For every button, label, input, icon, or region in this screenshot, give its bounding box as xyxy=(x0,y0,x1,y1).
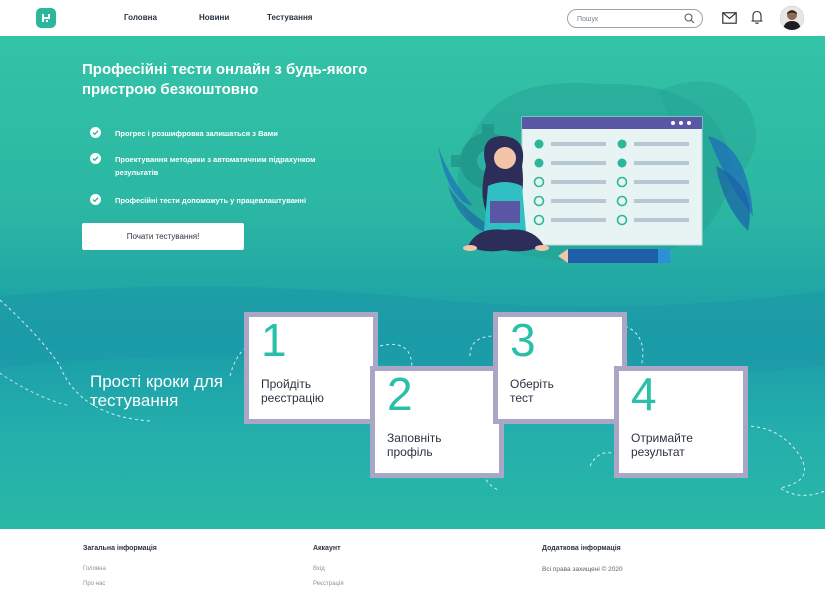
step-text: Оберіть тест xyxy=(510,377,554,405)
check-icon xyxy=(90,194,101,205)
check-icon xyxy=(90,127,101,138)
footer-link-register[interactable]: Реєстрація xyxy=(313,581,344,587)
bullet-item: Проектування методики з автоматичним під… xyxy=(90,153,335,179)
hero-illustration xyxy=(438,81,756,263)
step-text: Пройдіть реєстрацію xyxy=(261,377,324,405)
step-text: Заповніть профіль xyxy=(387,431,442,459)
pencil-icon xyxy=(558,249,670,263)
start-testing-button[interactable]: Почати тестування! xyxy=(82,223,244,250)
nav-testing[interactable]: Тестування xyxy=(267,13,312,22)
search-icon[interactable] xyxy=(684,13,695,24)
footer-link-home[interactable]: Головна xyxy=(83,566,106,572)
footer: Загальна інформація Головна Про нас Акка… xyxy=(0,529,825,592)
step-card-2: 2 Заповніть профіль xyxy=(370,366,504,478)
step-text: Отримайте результат xyxy=(631,431,693,459)
search-box xyxy=(567,9,703,28)
logo[interactable] xyxy=(36,8,56,28)
header: Головна Новини Тестування xyxy=(0,0,825,36)
hero-title: Професійні тести онлайн з будь-якого при… xyxy=(82,61,368,98)
hero-section: Професійні тести онлайн з будь-якого при… xyxy=(0,36,825,529)
footer-copyright: Всі права захищені © 2020 xyxy=(542,566,623,573)
user-photo xyxy=(780,6,804,30)
bullet-text: Прогрес і розшифровка залишаться з Вами xyxy=(115,129,278,138)
bullet-item: Професійні тести допоможуть у працевлашт… xyxy=(90,194,335,207)
avatar[interactable] xyxy=(780,6,804,30)
step-number: 1 xyxy=(261,314,287,366)
footer-extra-title: Додаткова інформація xyxy=(542,545,621,552)
bell-icon[interactable] xyxy=(751,10,763,25)
bullet-text: Проектування методики з автоматичним під… xyxy=(115,155,316,177)
step-number: 4 xyxy=(631,368,657,420)
step-number: 2 xyxy=(387,368,413,420)
step-card-3: 3 Оберіть тест xyxy=(493,312,627,424)
logo-icon xyxy=(42,14,50,22)
footer-link-login[interactable]: Вхід xyxy=(313,566,325,572)
step-card-4: 4 Отримайте результат xyxy=(614,366,748,478)
nav-news[interactable]: Новини xyxy=(199,13,229,22)
step-card-1: 1 Пройдіть реєстрацію xyxy=(244,312,378,424)
search-input[interactable] xyxy=(577,13,677,25)
nav-home[interactable]: Головна xyxy=(124,13,157,22)
mail-icon[interactable] xyxy=(722,12,737,24)
bullet-text: Професійні тести допоможуть у працевлашт… xyxy=(115,196,307,205)
bullet-item: Прогрес і розшифровка залишаться з Вами xyxy=(90,127,335,140)
footer-account-title: Аккаунт xyxy=(313,545,341,552)
footer-link-about[interactable]: Про нас xyxy=(83,581,105,587)
check-icon xyxy=(90,153,101,164)
steps-title: Прості кроки для тестування xyxy=(90,372,223,410)
footer-general-title: Загальна інформація xyxy=(83,545,157,552)
step-number: 3 xyxy=(510,314,536,366)
